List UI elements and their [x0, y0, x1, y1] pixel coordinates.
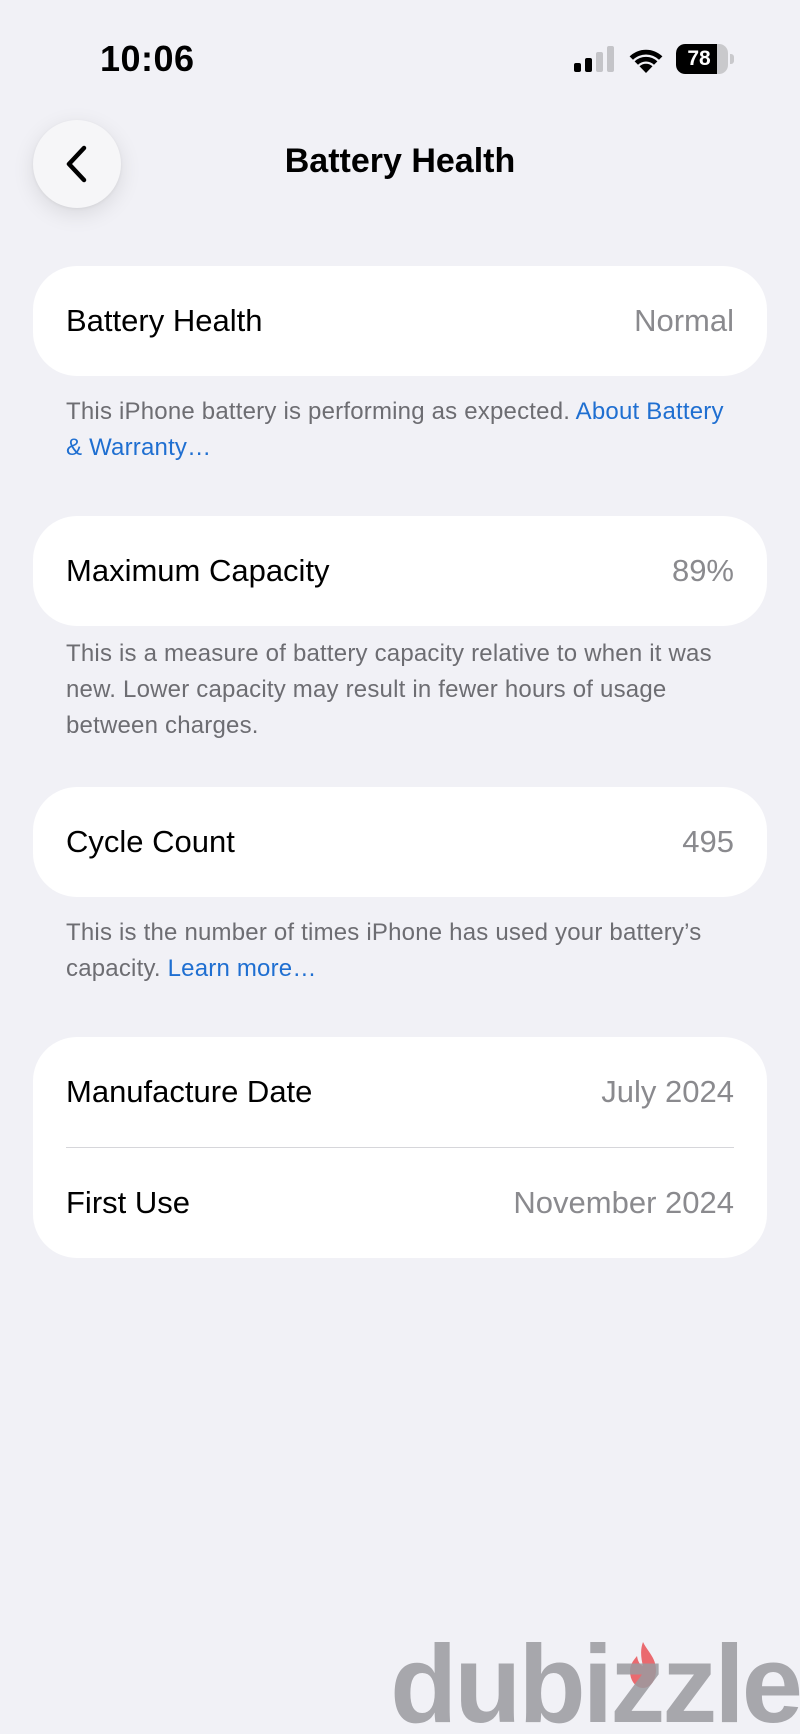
- cycle-count-card: Cycle Count 495: [33, 787, 767, 897]
- dates-card: Manufacture Date July 2024 First Use Nov…: [33, 1037, 767, 1258]
- maximum-capacity-footnote-text: This is a measure of battery capacity re…: [66, 640, 712, 739]
- manufacture-date-label: Manufacture Date: [66, 1074, 313, 1109]
- cycle-count-footnote: This is the number of times iPhone has u…: [66, 915, 736, 987]
- battery-health-card: Battery Health Normal: [33, 266, 767, 376]
- battery-health-label: Battery Health: [66, 303, 263, 338]
- first-use-row: First Use November 2024: [33, 1148, 767, 1258]
- battery-health-screen: 10:06 78 Battery Health Battery Health N…: [0, 0, 800, 1734]
- first-use-label: First Use: [66, 1185, 190, 1220]
- wifi-icon: [629, 49, 663, 73]
- maximum-capacity-label: Maximum Capacity: [66, 553, 330, 588]
- status-bar: 10:06 78: [0, 0, 800, 110]
- battery-body: 78: [676, 44, 728, 74]
- first-use-value: November 2024: [513, 1185, 734, 1220]
- cycle-count-row: Cycle Count 495: [33, 787, 767, 897]
- dubizzle-watermark: dubizzle: [390, 1623, 800, 1734]
- cycle-count-value: 495: [682, 824, 734, 859]
- learn-more-link[interactable]: Learn more…: [168, 955, 317, 982]
- maximum-capacity-card: Maximum Capacity 89%: [33, 516, 767, 626]
- manufacture-date-row: Manufacture Date July 2024: [33, 1037, 767, 1147]
- cycle-count-label: Cycle Count: [66, 824, 235, 859]
- maximum-capacity-footnote: This is a measure of battery capacity re…: [66, 636, 736, 744]
- maximum-capacity-value: 89%: [671, 553, 734, 588]
- battery-icon: 78: [676, 44, 734, 74]
- battery-level: 78: [687, 47, 711, 70]
- cellular-signal-icon: [574, 46, 614, 72]
- battery-health-footnote-text: This iPhone battery is performing as exp…: [66, 398, 576, 425]
- battery-health-footnote: This iPhone battery is performing as exp…: [66, 394, 736, 466]
- cycle-count-footnote-text: This is the number of times iPhone has u…: [66, 919, 702, 982]
- battery-tip: [730, 54, 734, 64]
- page-title: Battery Health: [284, 142, 516, 180]
- battery-health-value: Normal: [634, 303, 734, 338]
- maximum-capacity-row: Maximum Capacity 89%: [33, 516, 767, 626]
- battery-health-row: Battery Health Normal: [33, 266, 767, 376]
- status-time: 10:06: [100, 38, 195, 79]
- manufacture-date-value: July 2024: [601, 1074, 734, 1109]
